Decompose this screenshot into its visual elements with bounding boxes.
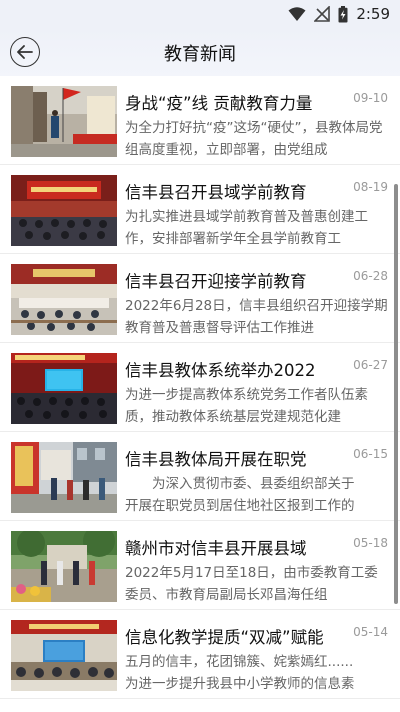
news-item[interactable]: 信丰县教体系统举办2022 06-27 为进一步提高教体系统党务工作者队伍素质，… xyxy=(0,343,400,432)
news-summary: 2022年5月17日至18日，由市委教育工委委员、市教育局副局长邓昌海任组 xyxy=(125,565,378,603)
page-title: 教育新闻 xyxy=(164,44,236,65)
scrollbar[interactable] xyxy=(394,184,398,604)
news-date: 06-27 xyxy=(353,358,388,372)
news-title: 信丰县教体系统举办2022 xyxy=(125,361,316,380)
news-thumbnail xyxy=(11,442,117,513)
news-title: 信丰县召开迎接学前教育 xyxy=(125,272,307,291)
news-item[interactable]: 赣州市对信丰县开展县域 05-18 2022年5月17日至18日，由市委教育工委… xyxy=(0,521,400,610)
news-item[interactable]: 信丰县召开迎接学前教育 06-28 2022年6月28日，信丰县组织召开迎接学期… xyxy=(0,254,400,343)
news-thumbnail xyxy=(11,531,117,602)
news-title: 信丰县召开县域学前教育 xyxy=(125,183,307,202)
news-date: 06-15 xyxy=(353,447,388,461)
news-title: 信丰县教体局开展在职党 xyxy=(125,450,307,469)
status-icons: 2:59 xyxy=(288,4,390,24)
status-bar: 2:59 xyxy=(0,0,400,28)
news-date: 06-28 xyxy=(353,269,388,283)
news-item[interactable]: 信息化教学提质“双减”赋能 05-14 五月的信丰，花团锦簇、姹紫嫣红.....… xyxy=(0,610,400,699)
news-title: 身战“疫”线 贡献教育力量 xyxy=(125,94,313,113)
news-thumbnail xyxy=(11,175,117,246)
news-summary: 五月的信丰，花团锦簇、姹紫嫣红...... 为进一步提升我县中小学教师的信息素 xyxy=(125,654,355,692)
app-bar: 教育新闻 xyxy=(0,28,400,76)
news-thumbnail xyxy=(11,264,117,335)
news-date: 09-10 xyxy=(353,91,388,105)
news-date: 08-19 xyxy=(353,180,388,194)
battery-charging-icon xyxy=(338,5,348,22)
news-summary: 为全力打好抗“疫”这场“硬仗”，县教体局党组高度重视，立即部署，由党组成 xyxy=(125,120,383,158)
status-time: 2:59 xyxy=(356,5,390,23)
news-summary: 为进一步提高教体系统党务工作者队伍素质，推动教体系统基层党建规范化建 xyxy=(125,387,368,425)
wifi-icon xyxy=(288,7,306,21)
news-date: 05-18 xyxy=(353,536,388,550)
news-thumbnail xyxy=(11,620,117,691)
news-title: 信息化教学提质“双减”赋能 xyxy=(125,628,324,647)
news-item[interactable]: 信丰县教体局开展在职党 06-15 为深入贯彻市委、县委组织部关于 开展在职党员… xyxy=(0,432,400,521)
news-title: 赣州市对信丰县开展县域 xyxy=(125,539,307,558)
news-thumbnail xyxy=(11,353,117,424)
news-thumbnail xyxy=(11,86,117,157)
no-signal-icon xyxy=(314,6,331,22)
news-date: 05-14 xyxy=(353,625,388,639)
news-item[interactable]: 身战“疫”线 贡献教育力量 09-10 为全力打好抗“疫”这场“硬仗”，县教体局… xyxy=(0,76,400,165)
news-item[interactable]: 信丰县召开县域学前教育 08-19 为扎实推进县域学前教育普及普惠创建工作，安排… xyxy=(0,165,400,254)
news-summary: 为深入贯彻市委、县委组织部关于 开展在职党员到居住地社区报到工作的 xyxy=(125,476,355,514)
news-summary: 为扎实推进县域学前教育普及普惠创建工作，安排部署新学年全县学前教育工 xyxy=(125,209,368,247)
news-list[interactable]: 身战“疫”线 贡献教育力量 09-10 为全力打好抗“疫”这场“硬仗”，县教体局… xyxy=(0,76,400,712)
news-summary: 2022年6月28日，信丰县组织召开迎接学期教育普及普惠督导评估工作推进 xyxy=(125,298,388,336)
